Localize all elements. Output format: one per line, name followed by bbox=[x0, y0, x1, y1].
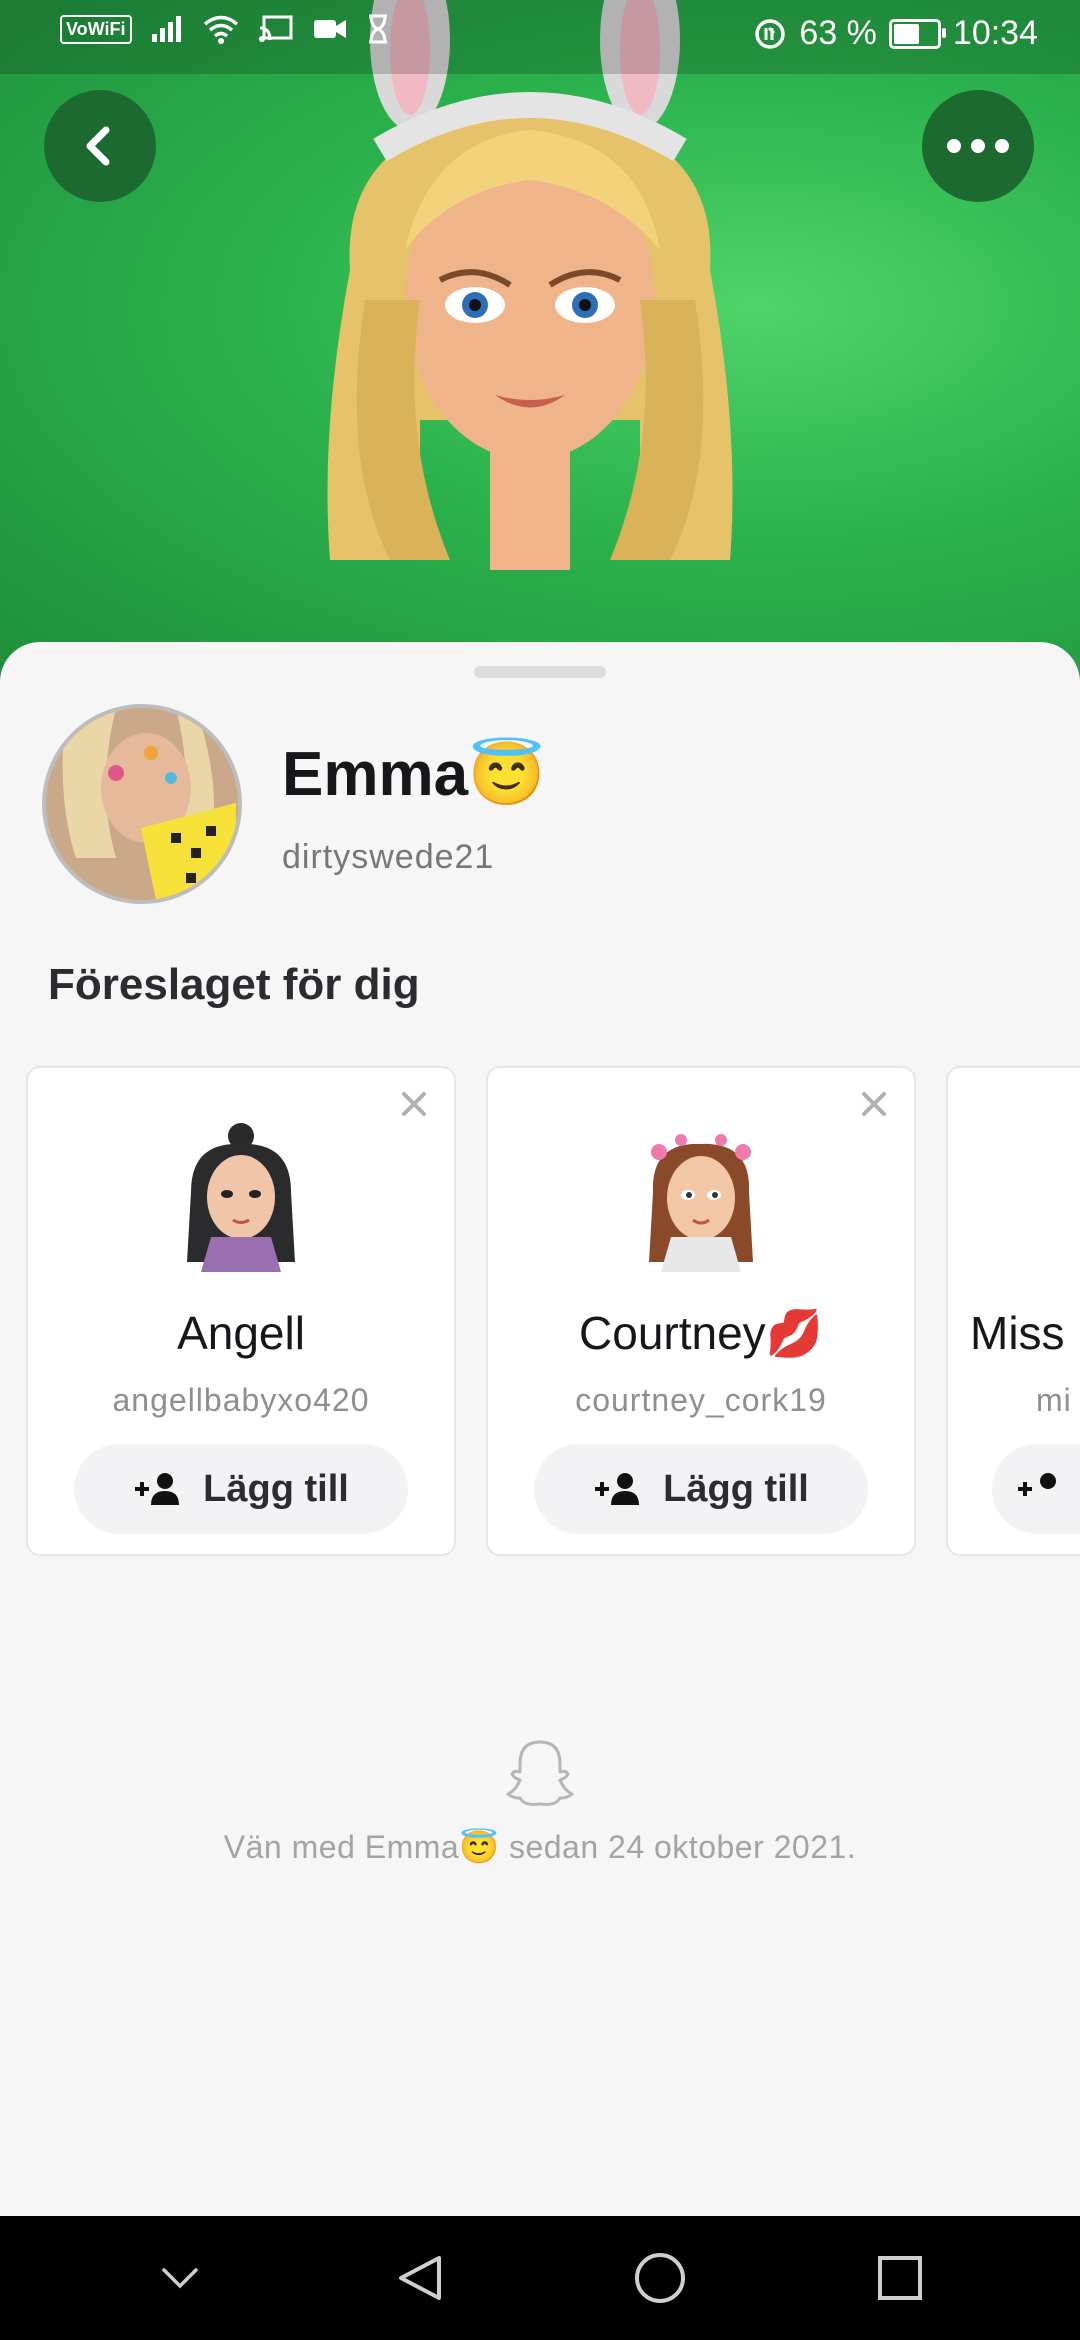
signal-icon bbox=[151, 16, 181, 42]
add-friend-icon bbox=[135, 1473, 180, 1505]
system-navigation-bar bbox=[0, 2216, 1080, 2340]
suggestion-username: angellbabyxo420 bbox=[112, 1382, 370, 1418]
battery-icon bbox=[888, 18, 946, 49]
suggestion-username: courtney_cork19 bbox=[575, 1382, 827, 1418]
recents-nav-button[interactable] bbox=[865, 2243, 935, 2313]
suggestion-card[interactable]: Angell angellbabyxo420 Lägg till bbox=[26, 1066, 456, 1556]
snapchat-ghost-icon bbox=[506, 1740, 574, 1806]
video-icon bbox=[313, 20, 346, 38]
vowifi-icon: VoWiFi bbox=[60, 14, 132, 44]
hourglass-icon bbox=[368, 14, 387, 44]
collapse-button[interactable] bbox=[145, 2243, 215, 2313]
add-friend-icon bbox=[595, 1473, 640, 1505]
bitmoji-avatar bbox=[187, 1123, 295, 1272]
add-friend-button[interactable]: Lägg till bbox=[534, 1444, 868, 1534]
home-nav-button[interactable] bbox=[625, 2243, 695, 2313]
battery-percent: 63 % bbox=[799, 14, 877, 52]
suggestion-username: mi bbox=[1036, 1382, 1072, 1418]
back-button[interactable] bbox=[44, 90, 156, 202]
status-bar: VoWiFi 63 % 10:34 bbox=[0, 0, 1080, 74]
wifi-icon bbox=[203, 15, 238, 44]
suggestion-card[interactable]: Miss mi bbox=[946, 1066, 1080, 1556]
more-horizontal-icon bbox=[947, 139, 1009, 153]
add-friend-button[interactable] bbox=[992, 1444, 1080, 1534]
display-name: Emma😇 bbox=[282, 740, 546, 809]
username: dirtyswede21 bbox=[282, 838, 495, 876]
add-friend-icon bbox=[1018, 1473, 1056, 1496]
add-friend-button[interactable]: Lägg till bbox=[74, 1444, 408, 1534]
home-circle-icon bbox=[635, 2253, 685, 2303]
bitmoji-avatar bbox=[649, 1134, 753, 1272]
add-friend-label: Lägg till bbox=[203, 1467, 349, 1510]
recents-square-icon bbox=[878, 2256, 922, 2300]
clock: 10:34 bbox=[952, 14, 1038, 52]
collapse-icon bbox=[162, 2268, 198, 2289]
chevron-left-icon bbox=[86, 126, 110, 166]
dismiss-button[interactable] bbox=[396, 1086, 432, 1122]
close-icon bbox=[862, 1092, 886, 1116]
profile-photo-image bbox=[46, 708, 238, 900]
data-saver-icon bbox=[755, 18, 786, 49]
suggestions-title: Föreslaget för dig bbox=[48, 960, 420, 1009]
suggestion-card[interactable]: Courtney💋 courtney_cork19 Lägg till bbox=[486, 1066, 916, 1556]
profile-screen: VoWiFi 63 % 10:34 Emma😇 dirtyswede21 För… bbox=[0, 0, 1080, 2340]
bitmoji-avatar bbox=[327, 0, 733, 570]
sheet-grabber[interactable] bbox=[474, 666, 606, 678]
suggestion-name: Miss bbox=[970, 1307, 1065, 1359]
more-options-button[interactable] bbox=[922, 90, 1034, 202]
cast-icon bbox=[258, 15, 292, 42]
profile-photo[interactable] bbox=[42, 704, 242, 904]
back-nav-button[interactable] bbox=[385, 2243, 455, 2313]
profile-sheet: Emma😇 dirtyswede21 Föreslaget för dig An… bbox=[0, 642, 1080, 2216]
close-icon bbox=[402, 1092, 426, 1116]
back-triangle-icon bbox=[399, 2256, 441, 2300]
suggestion-name: Courtney💋 bbox=[579, 1307, 823, 1359]
friends-since-text: Vän med Emma😇 sedan 24 oktober 2021. bbox=[223, 1829, 857, 1865]
profile-header: VoWiFi 63 % 10:34 bbox=[0, 0, 1080, 680]
suggestion-name: Angell bbox=[177, 1307, 305, 1359]
add-friend-label: Lägg till bbox=[663, 1467, 809, 1510]
dismiss-button[interactable] bbox=[856, 1086, 892, 1122]
battery-level bbox=[893, 23, 919, 44]
